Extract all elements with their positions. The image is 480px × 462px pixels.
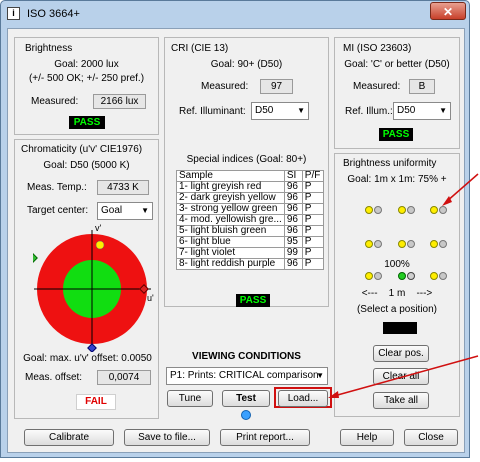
annotation-arrow-load <box>333 355 479 397</box>
annotation-arrows <box>328 173 479 398</box>
annotation-arrow-uniformity <box>445 173 479 203</box>
annotation-arrowhead-load <box>328 391 339 398</box>
